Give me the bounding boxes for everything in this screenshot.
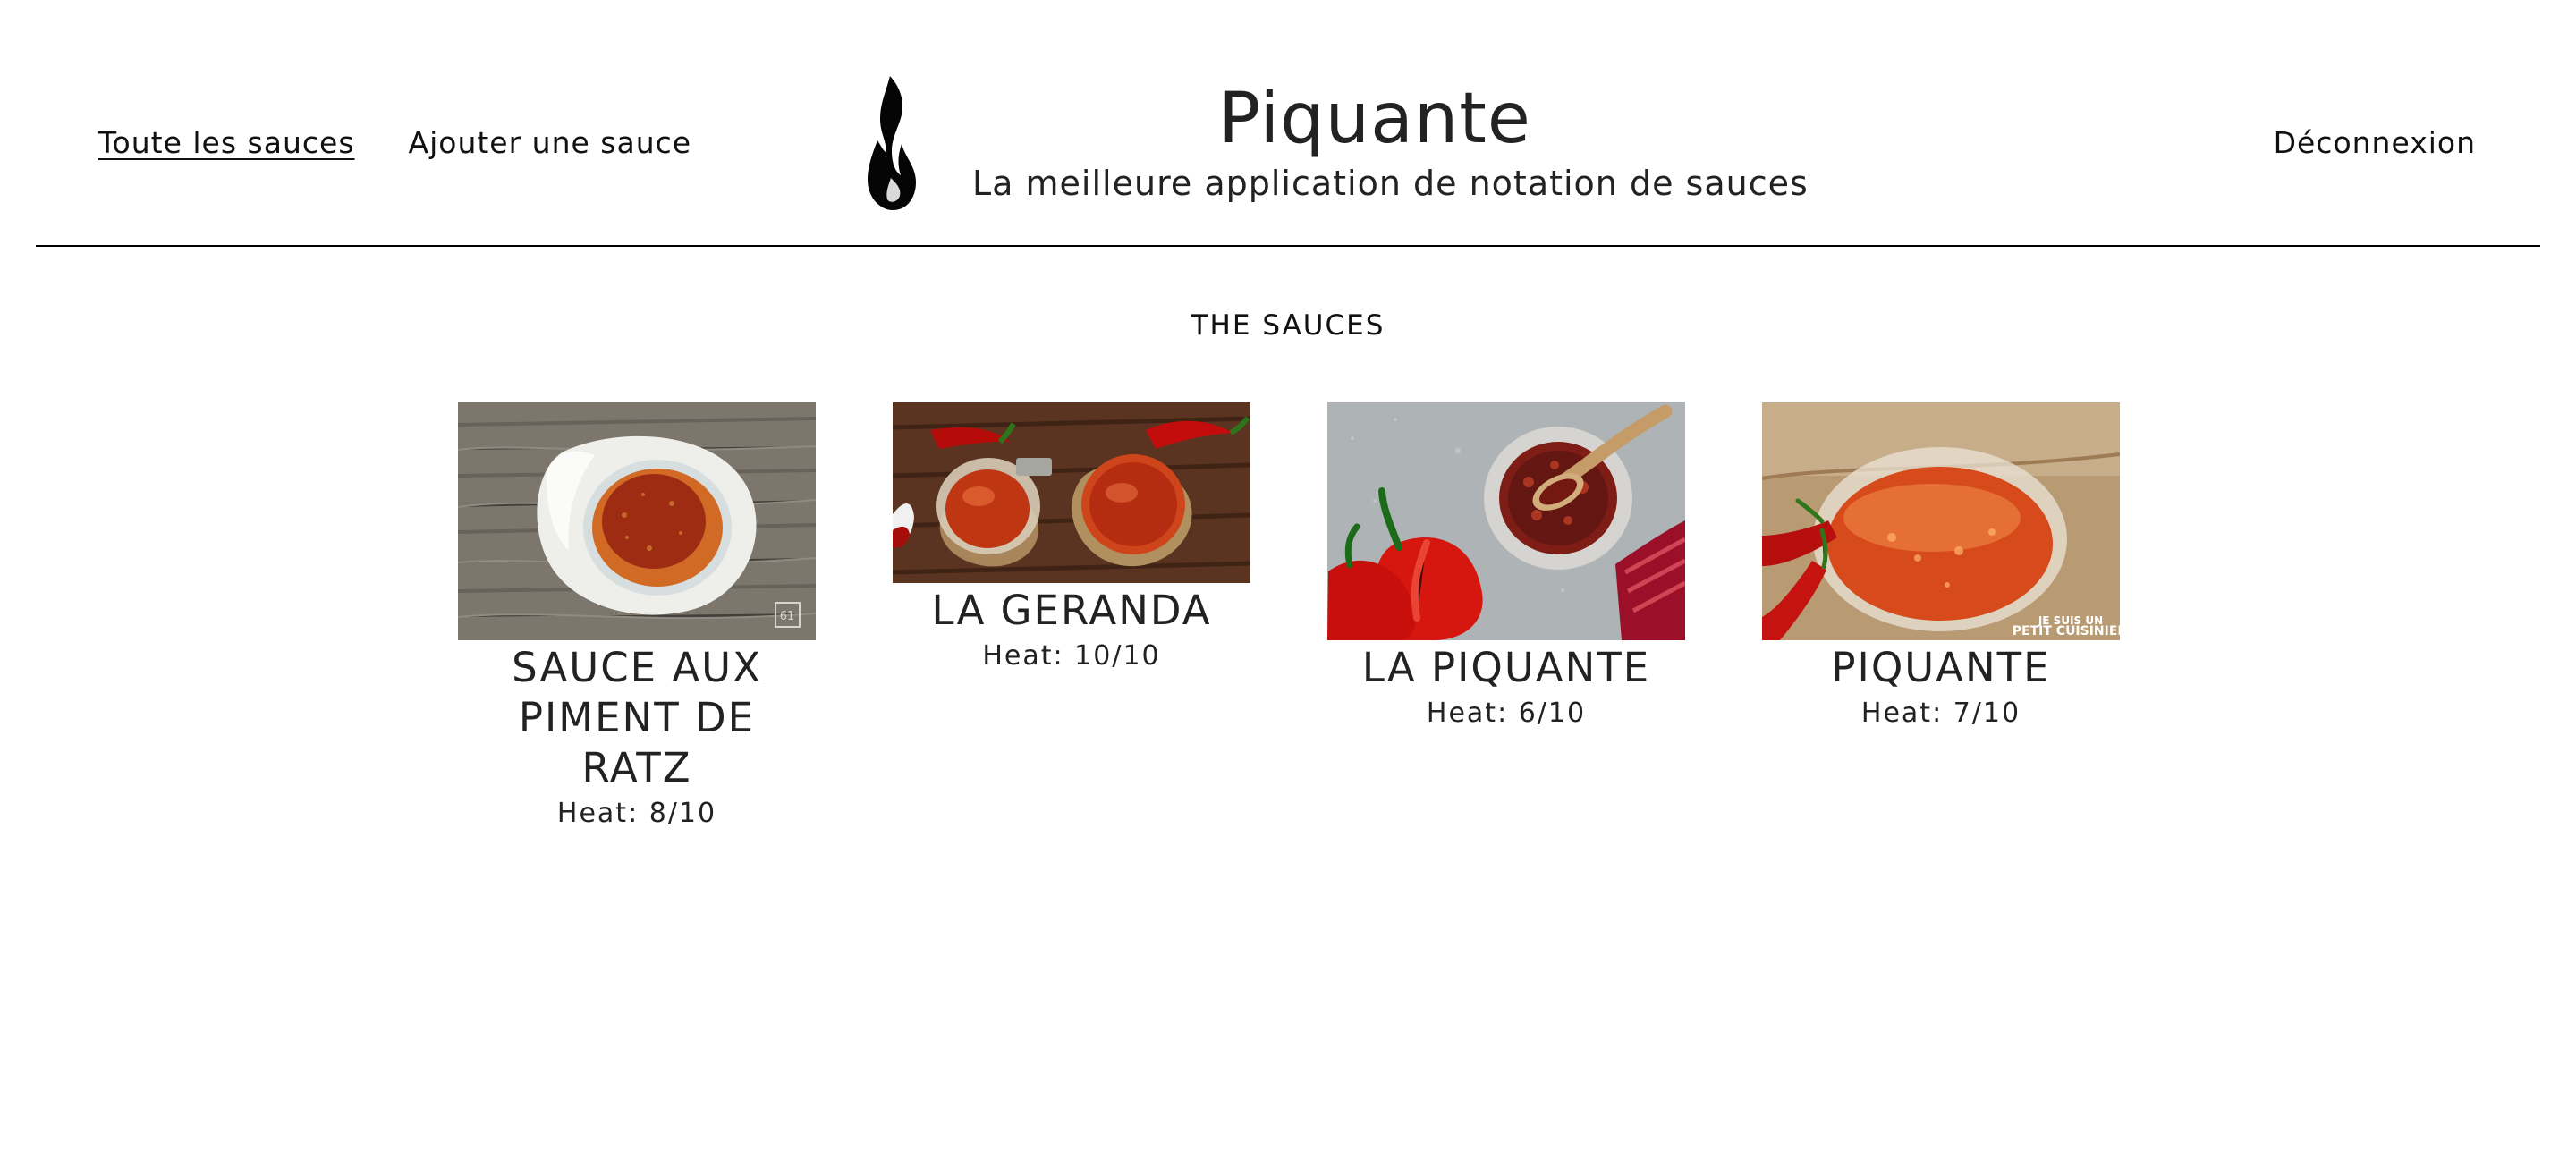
sauce-card-piquante[interactable]: JE SUIS UN PETIT CUISINIER PIQUANTE Heat… xyxy=(1762,402,2120,729)
all-sauces-link[interactable]: Toute les sauces xyxy=(98,125,355,160)
logout-link[interactable]: Déconnexion xyxy=(2274,125,2476,160)
heat-rating: Heat: 7/10 xyxy=(1860,698,2021,729)
page-title: THE SAUCES xyxy=(1191,309,1385,342)
flame-icon xyxy=(868,76,916,210)
sauce-list: 61 SAUCE AUX PIMENT DE RATZ Heat: 8/10 L… xyxy=(458,402,2120,829)
primary-nav: Toute les sauces Ajouter une sauce xyxy=(98,125,691,160)
sauce-in-glass-bowl-image: JE SUIS UN PETIT CUISINIER xyxy=(1762,402,2120,640)
sauce-card-la-geranda[interactable]: LA GERANDA Heat: 10/10 xyxy=(893,402,1250,672)
svg-text:PETIT CUISINIER: PETIT CUISINIER xyxy=(2012,624,2120,638)
site-header: Toute les sauces Ajouter une sauce Piqua… xyxy=(36,0,2540,247)
svg-text:61: 61 xyxy=(780,610,795,623)
sauce-name: LA GERANDA xyxy=(931,587,1212,634)
brand-title: Piquante xyxy=(1218,79,1531,159)
sauce-card-piment-de-ratz[interactable]: 61 SAUCE AUX PIMENT DE RATZ Heat: 8/10 xyxy=(458,402,816,829)
jar-with-spoon-and-peppers-image xyxy=(1327,402,1685,640)
sauce-name: LA PIQUANTE xyxy=(1361,644,1651,691)
add-sauce-link[interactable]: Ajouter une sauce xyxy=(409,125,692,160)
sauce-name: PIQUANTE xyxy=(1831,644,2051,691)
heat-rating: Heat: 6/10 xyxy=(1426,698,1587,729)
sauce-name: SAUCE AUX PIMENT DE RATZ xyxy=(512,644,762,791)
sauce-card-la-piquante[interactable]: LA PIQUANTE Heat: 6/10 xyxy=(1327,402,1685,729)
heat-rating: Heat: 8/10 xyxy=(556,798,717,829)
sauce-jars-with-chilis-image xyxy=(893,402,1250,583)
sauce-in-white-dish-image: 61 xyxy=(458,402,816,640)
heat-rating: Heat: 10/10 xyxy=(982,640,1161,672)
brand-subtitle: La meilleure application de notation de … xyxy=(972,164,1809,203)
